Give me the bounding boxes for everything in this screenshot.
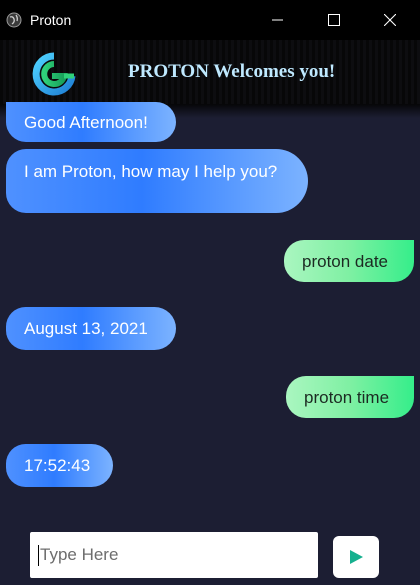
app-header: PROTON Welcomes you! — [0, 40, 420, 118]
header-title: PROTON Welcomes you! — [128, 61, 336, 82]
maximize-button[interactable] — [306, 0, 362, 40]
proton-logo — [32, 52, 76, 96]
close-button[interactable] — [362, 0, 418, 40]
message-input[interactable] — [30, 532, 318, 578]
window-titlebar: Proton — [0, 0, 420, 40]
send-icon — [350, 550, 363, 564]
bot-message: 17:52:43 — [6, 444, 113, 487]
minimize-icon — [272, 19, 283, 21]
minimize-button[interactable] — [250, 0, 306, 40]
bot-message: Good Afternoon! — [6, 102, 176, 142]
globe-icon — [6, 12, 22, 28]
user-message: proton date — [284, 240, 414, 282]
send-button[interactable] — [333, 536, 379, 578]
maximize-icon — [328, 14, 340, 26]
bot-message: I am Proton, how may I help you? — [6, 149, 308, 213]
window-title: Proton — [30, 12, 72, 28]
user-message: proton time — [286, 376, 414, 418]
close-icon — [384, 14, 396, 26]
text-caret — [38, 545, 39, 566]
bot-message: August 13, 2021 — [6, 307, 176, 350]
